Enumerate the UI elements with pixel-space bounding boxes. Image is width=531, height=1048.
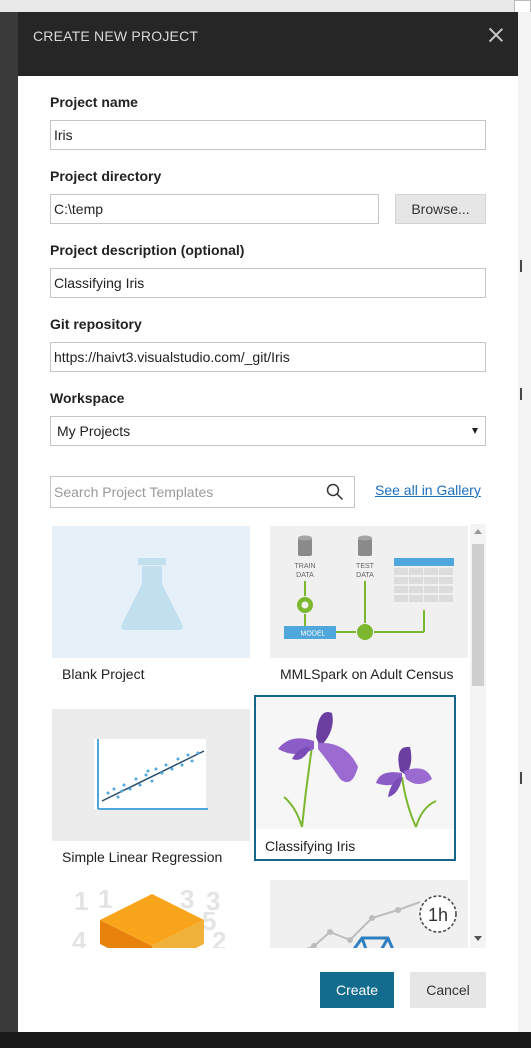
test-data-text: DATA [356, 572, 374, 579]
project-directory-label: Project directory [50, 168, 162, 184]
test-data-icon [358, 538, 372, 556]
browse-button[interactable]: Browse... [395, 194, 486, 224]
svg-text:1: 1 [98, 884, 112, 914]
background-top-bar [0, 0, 531, 12]
duration-text: 1h [428, 905, 448, 925]
svg-text:1: 1 [74, 886, 88, 916]
template-tile-mmlspark[interactable]: TRAIN DATA TEST DATA MODEL MMLSpark on A… [270, 526, 468, 690]
bike-thumbnail: 1h [270, 880, 468, 948]
git-repository-label: Git repository [50, 316, 142, 332]
project-description-input[interactable]: Classifying Iris [50, 268, 486, 298]
project-name-input[interactable]: Iris [50, 120, 486, 150]
svg-text:5: 5 [202, 906, 216, 936]
linear-regression-thumbnail [52, 709, 250, 841]
template-search-input[interactable]: Search Project Templates [50, 476, 355, 508]
template-tile-blank-project[interactable]: Blank Project [52, 526, 250, 690]
background-mark [520, 260, 526, 272]
table-header [394, 558, 454, 566]
workspace-selected-value: My Projects [57, 423, 131, 439]
dialog-header: CREATE NEW PROJECT [18, 12, 518, 76]
bicycle-chart-icon: 1h [306, 895, 457, 948]
template-gallery: Blank Project TRAIN DATA TEST DATA MODEL… [50, 524, 486, 948]
flask-icon [121, 558, 183, 630]
iris-thumbnail [256, 697, 454, 829]
dropdown-arrow-icon [472, 428, 478, 434]
model-text: MODEL [301, 631, 326, 638]
workspace-select[interactable]: My Projects [50, 416, 486, 446]
template-label: Blank Project [62, 666, 145, 682]
tensorflow-logo-icon: 1133 4 25 [72, 884, 226, 948]
iris-flower-icon [278, 712, 437, 828]
blank-project-thumbnail [52, 526, 250, 658]
template-tile-simple-linear-regression[interactable]: Simple Linear Regression [52, 709, 250, 873]
workspace-label: Workspace [50, 390, 125, 406]
template-tile-classifying-iris[interactable]: Classifying Iris [254, 695, 456, 861]
create-project-dialog: CREATE NEW PROJECT Project name Iris Pro… [18, 12, 518, 1032]
cancel-button[interactable]: Cancel [410, 972, 486, 1008]
template-tile-bike-demand[interactable]: 1h [270, 880, 468, 948]
see-all-in-gallery-link[interactable]: See all in Gallery [375, 482, 481, 498]
scrollbar-thumb[interactable] [472, 544, 484, 686]
template-label: MMLSpark on Adult Census [280, 666, 454, 682]
train-data-text: DATA [296, 572, 314, 579]
template-search-placeholder: Search Project Templates [54, 484, 214, 500]
background-mark [520, 772, 526, 784]
svg-text:4: 4 [72, 926, 87, 948]
dialog-title: CREATE NEW PROJECT [33, 28, 199, 44]
scroll-up-arrow-icon[interactable] [474, 529, 482, 534]
gallery-scrollbar[interactable] [470, 524, 486, 948]
background-mark [520, 388, 526, 400]
close-icon[interactable] [486, 25, 506, 45]
test-text: TEST [356, 563, 375, 570]
mmlspark-thumbnail: TRAIN DATA TEST DATA MODEL [270, 526, 468, 658]
git-repository-input[interactable]: https://haivt3.visualstudio.com/_git/Iri… [50, 342, 486, 372]
search-icon[interactable] [326, 483, 344, 501]
create-button[interactable]: Create [320, 972, 394, 1008]
pipeline-diagram-icon: TRAIN DATA TEST DATA MODEL [284, 535, 454, 640]
template-label: Simple Linear Regression [62, 849, 223, 865]
flask-small-icon [357, 624, 373, 640]
train-data-icon [298, 538, 312, 556]
scatter-plot-icon [94, 739, 208, 810]
background-taskbar [0, 1032, 531, 1048]
project-directory-input[interactable]: C:\temp [50, 194, 379, 224]
template-label: Classifying Iris [265, 838, 356, 854]
project-name-label: Project name [50, 94, 138, 110]
background-right-panel [518, 12, 531, 1032]
template-tile-tensorflow[interactable]: 1133 425 [52, 880, 250, 948]
tensorflow-thumbnail: 1133 425 [52, 880, 250, 948]
project-description-label: Project description (optional) [50, 242, 245, 258]
train-text: TRAIN [295, 563, 316, 570]
scroll-down-arrow-icon[interactable] [474, 936, 482, 941]
